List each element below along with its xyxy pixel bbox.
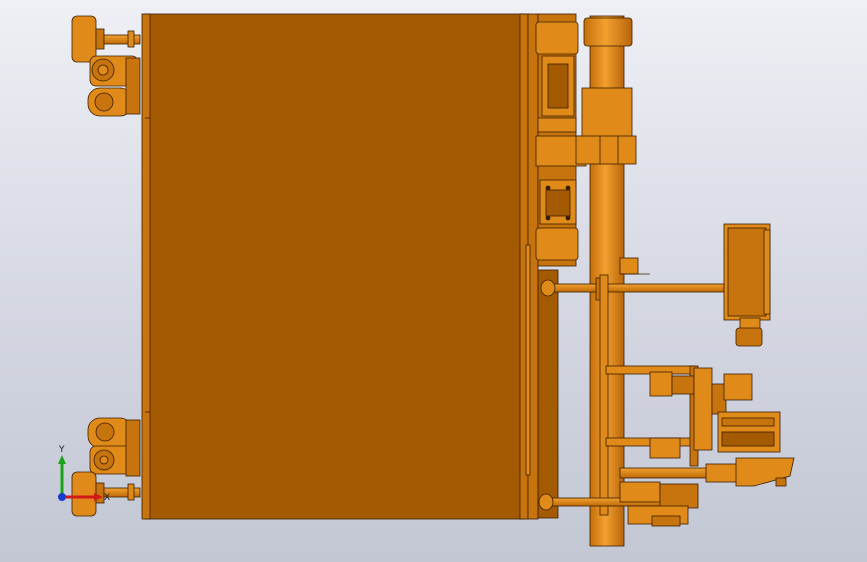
motor-box[interactable]: [723, 223, 771, 347]
top-caster-wheel[interactable]: [87, 55, 141, 117]
cabinet-body[interactable]: [141, 13, 529, 520]
bottom-caster-wheel[interactable]: [87, 417, 141, 477]
y-axis-label: Y: [58, 445, 65, 455]
x-axis-label: X: [104, 493, 110, 503]
actuator-cluster[interactable]: [649, 367, 781, 459]
top-leveling-foot[interactable]: [71, 15, 141, 63]
cad-viewport[interactable]: Y X: [0, 0, 867, 562]
z-axis-dot: [58, 493, 66, 501]
